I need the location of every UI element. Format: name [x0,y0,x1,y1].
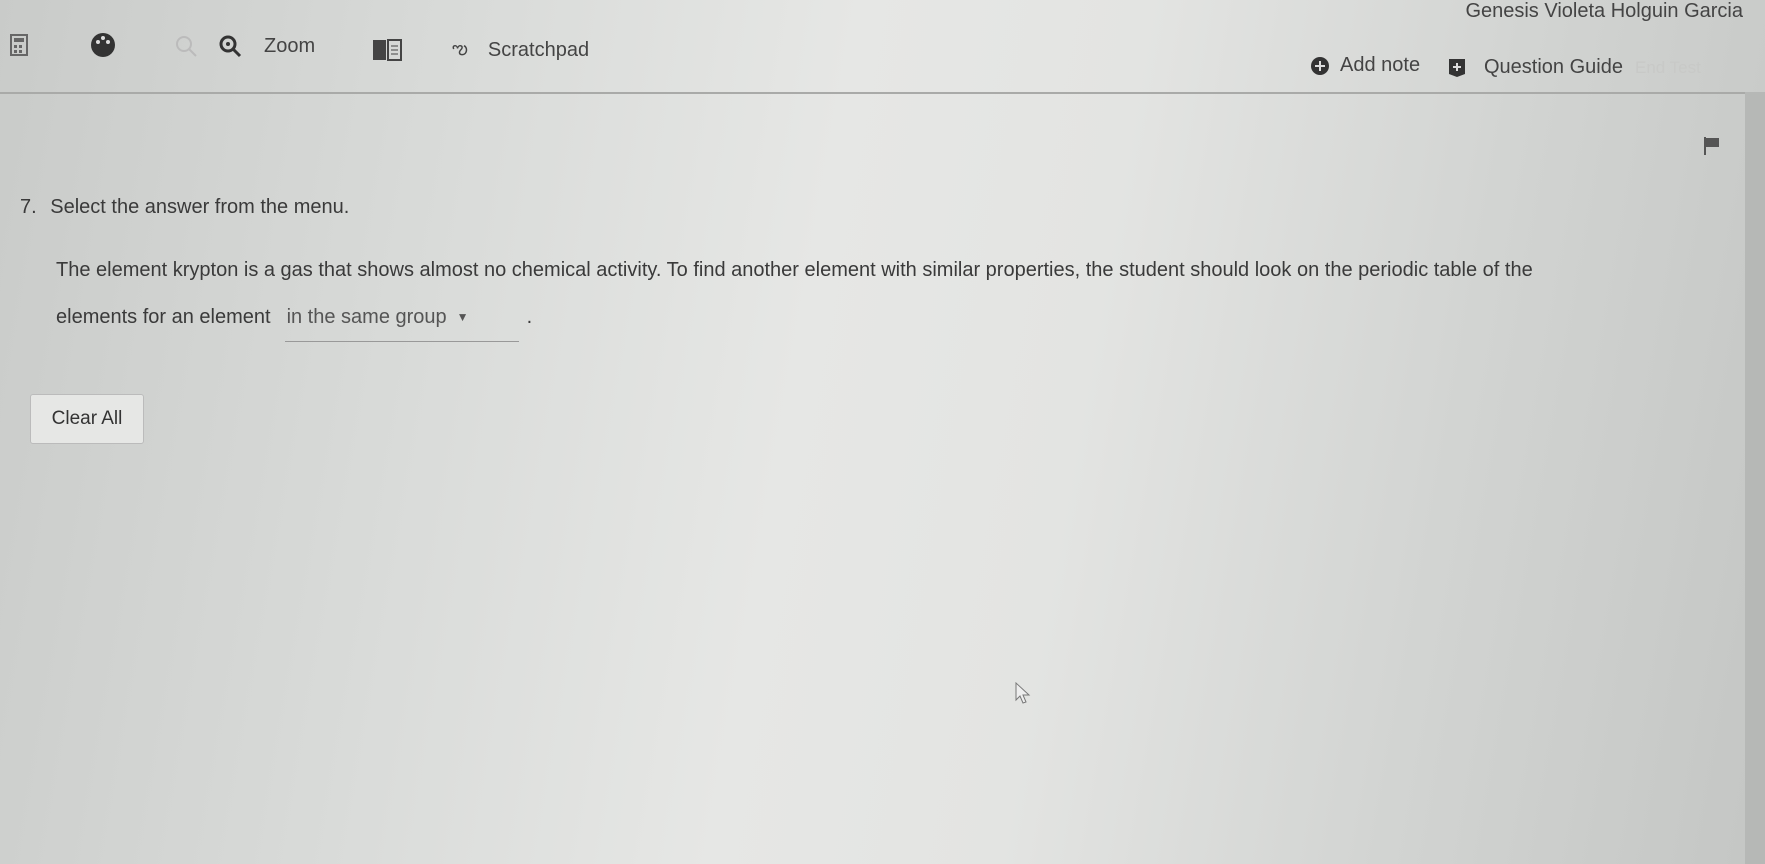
question-prompt: 7. Select the answer from the menu. [20,196,349,219]
zoom-out-button[interactable] [174,34,198,58]
clear-all-button[interactable]: Clear All [30,394,144,444]
palette-icon [91,33,115,57]
scratchpad-icon: ఌ [452,38,468,58]
calculator-button[interactable] [10,34,28,56]
reference-button[interactable] [372,38,402,62]
question-text-line1: The element krypton is a gas that shows … [56,259,1533,281]
add-note-label: Add note [1340,54,1421,76]
end-test-label: End Test [1635,58,1701,77]
add-note-button[interactable]: Add note [1310,54,1420,77]
zoom-in-icon [219,35,242,58]
toolbar: Genesis Violeta Holguin Garcia Zoom ఌ Sc… [0,0,1765,94]
user-name: Genesis Violeta Holguin Garcia [1465,0,1743,22]
mouse-cursor-icon [1015,682,1031,704]
scratchpad-button[interactable]: ఌ Scratchpad [452,38,589,63]
end-test-button[interactable]: End Test [1635,58,1701,78]
answer-dropdown[interactable]: in the same group ▼ [284,306,519,342]
question-text-after: . [526,306,533,328]
question-number: 7. [20,196,37,218]
dropdown-value: in the same group [286,306,447,328]
question-guide-button[interactable]: Question Guide [1448,56,1623,79]
zoom-label: Zoom [264,34,316,57]
question-text-line2: elements for an element in the same grou… [56,306,532,342]
flag-icon[interactable] [1703,136,1721,156]
zoom-out-icon [176,36,197,57]
screen-edge [1745,92,1765,864]
color-button[interactable] [90,32,116,58]
question-guide-label: Question Guide [1484,56,1623,78]
scratchpad-label: Scratchpad [487,39,590,61]
caret-down-icon: ▼ [456,310,469,324]
question-instruction: Select the answer from the menu. [50,196,350,218]
reference-book-icon [373,39,402,61]
plus-circle-icon [1311,56,1329,75]
calculator-icon [10,34,28,56]
question-text-before: elements for an element [56,306,271,328]
zoom-in-button[interactable]: Zoom [218,34,315,58]
question-guide-icon [1449,58,1465,77]
